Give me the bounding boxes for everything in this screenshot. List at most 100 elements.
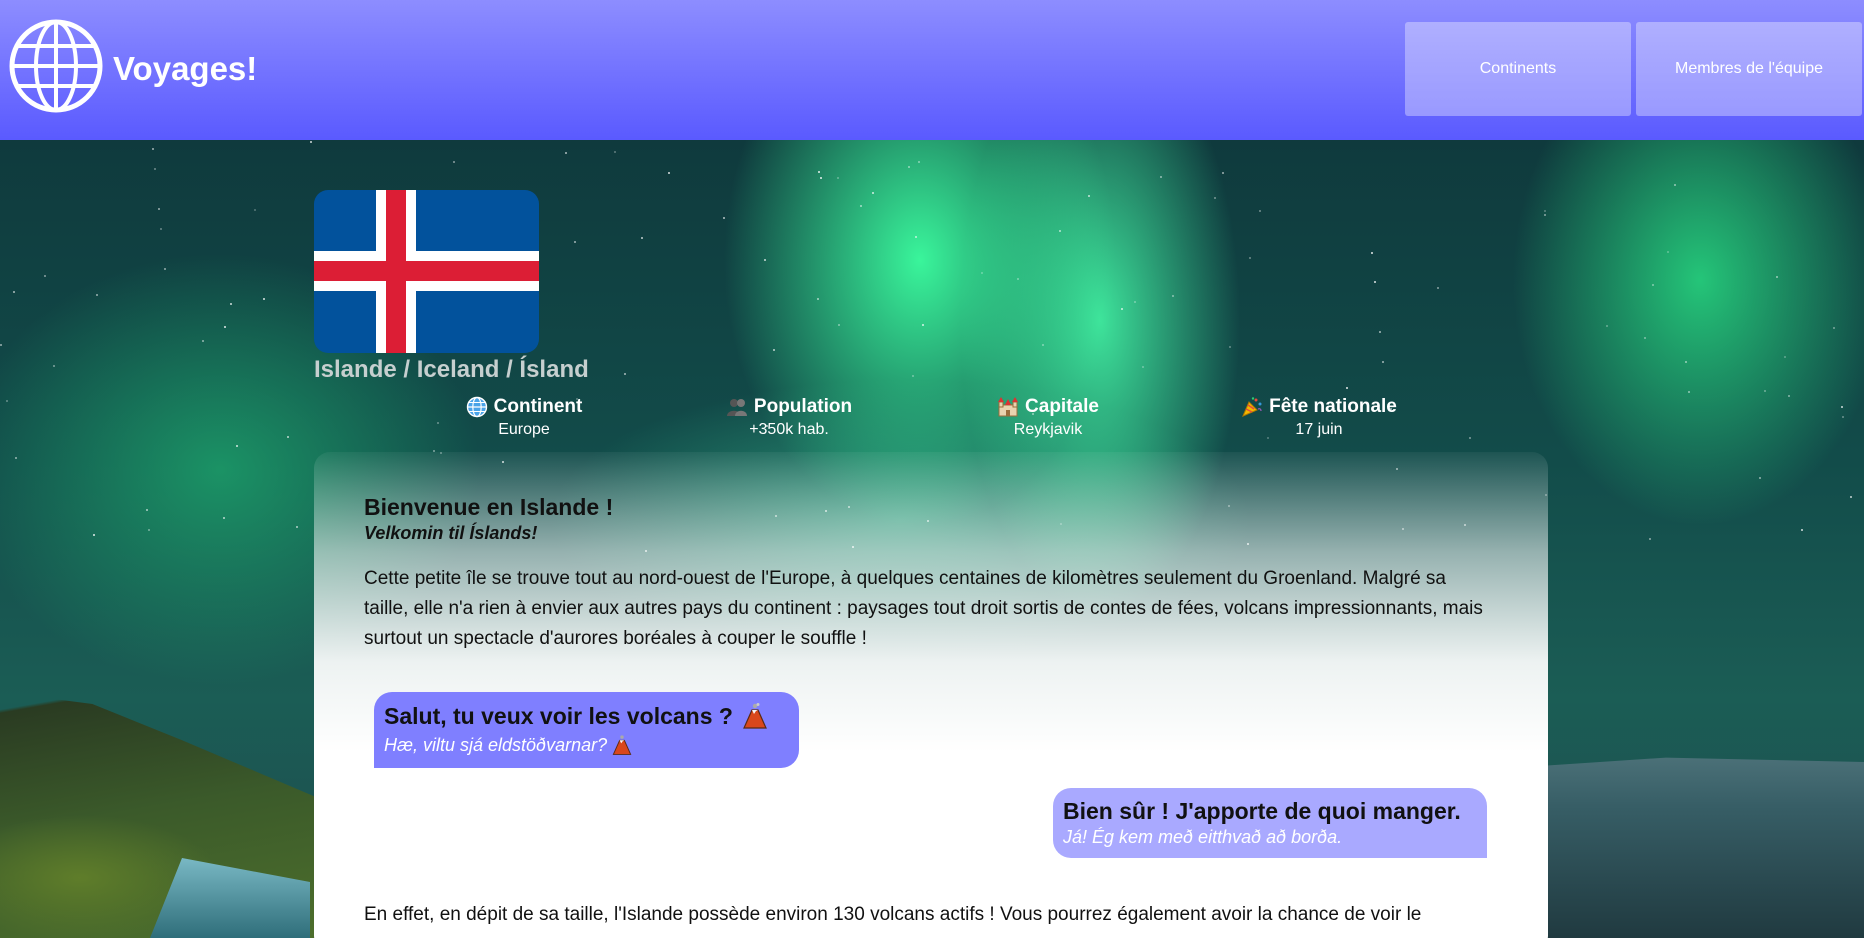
- star: [160, 228, 162, 230]
- star: [224, 326, 226, 328]
- star: [838, 324, 840, 326]
- star: [0, 344, 2, 346]
- chat-bubble-answer: Bien sûr ! J'apporte de quoi manger. Já!…: [1053, 788, 1487, 858]
- star: [820, 177, 822, 179]
- chat-bubble-answer-text: Bien sûr ! J'apporte de quoi manger.: [1063, 798, 1461, 824]
- star: [837, 177, 839, 179]
- star: [296, 526, 298, 528]
- star: [1649, 538, 1651, 540]
- country-name: Islande / Iceland / Ísland: [314, 356, 589, 383]
- star: [1764, 390, 1766, 392]
- country-facts: Continent Europe Population +350k hab. C…: [0, 396, 1864, 446]
- star: [1374, 281, 1376, 283]
- chat-bubble-question: Salut, tu veux voir les volcans ? Hæ, vi…: [374, 692, 799, 768]
- chat-bubble-question-text: Salut, tu veux voir les volcans ?: [384, 702, 733, 729]
- star: [1776, 276, 1778, 278]
- star: [860, 205, 862, 207]
- star: [13, 291, 15, 293]
- star: [1784, 356, 1786, 358]
- globe-icon[interactable]: [8, 18, 104, 114]
- star: [668, 172, 670, 174]
- site-brand[interactable]: Voyages!: [113, 50, 257, 88]
- nav-continents-button[interactable]: Continents: [1405, 22, 1631, 116]
- star: [817, 298, 819, 300]
- fact-continent-title: Continent: [493, 396, 583, 417]
- star: [574, 241, 576, 243]
- star: [1371, 252, 1373, 254]
- people-icon: [726, 399, 747, 416]
- star: [1382, 361, 1384, 363]
- star: [223, 517, 225, 519]
- fact-national-day-title: Fête nationale: [1269, 396, 1397, 417]
- star: [1160, 176, 1162, 178]
- star: [202, 340, 204, 342]
- fact-capital-title: Capitale: [1025, 396, 1099, 417]
- star: [152, 148, 154, 150]
- star: [1606, 325, 1608, 327]
- chat-bubble-question-translation: Hæ, viltu sjá eldstöðvarnar?: [384, 734, 608, 755]
- fact-population: Population +350k hab.: [722, 396, 856, 439]
- star: [1544, 214, 1546, 216]
- star: [764, 259, 766, 261]
- fact-national-day: Fête nationale 17 juin: [1238, 396, 1400, 439]
- star: [230, 303, 232, 305]
- star: [565, 152, 567, 154]
- star: [614, 151, 616, 153]
- star: [773, 349, 775, 351]
- star: [1222, 172, 1224, 174]
- star: [44, 275, 46, 277]
- star: [908, 166, 910, 168]
- article-intro: Cette petite île se trouve tout au nord-…: [364, 568, 1483, 649]
- star: [918, 161, 920, 163]
- article-card: Bienvenue en Islande ! Velkomin til Ísla…: [314, 452, 1548, 938]
- fact-national-day-value: 17 juin: [1295, 421, 1343, 438]
- article-outro: En effet, en dépit de sa taille, l'Islan…: [364, 904, 1422, 925]
- fact-continent: Continent Europe: [464, 396, 584, 439]
- star: [1544, 210, 1546, 212]
- fact-population-value: +350k hab.: [749, 421, 829, 438]
- star: [1346, 387, 1348, 389]
- star: [53, 365, 55, 367]
- star: [1121, 308, 1123, 310]
- star: [915, 236, 917, 238]
- star: [254, 209, 256, 211]
- star: [310, 141, 312, 143]
- star: [912, 375, 914, 377]
- star: [453, 161, 455, 163]
- iceland-flag: [314, 190, 539, 353]
- globe-icon: [466, 396, 487, 418]
- star: [1688, 391, 1690, 393]
- fact-capital: Capitale Reykjavik: [994, 396, 1102, 439]
- star: [1674, 184, 1676, 186]
- star: [1229, 346, 1231, 348]
- star: [1142, 366, 1144, 368]
- star: [1801, 529, 1803, 531]
- nav-team-members-button[interactable]: Membres de l'équipe: [1636, 22, 1862, 116]
- chat-bubble-answer-translation: Já! Ég kem með eitthvað að borða.: [1063, 827, 1343, 847]
- castle-icon: [998, 397, 1019, 417]
- party-popper-icon: [1242, 397, 1262, 417]
- star: [263, 298, 265, 300]
- star: [1379, 331, 1381, 333]
- star: [1059, 230, 1061, 232]
- star: [164, 268, 166, 270]
- site-header: Voyages! Continents Membres de l'équipe: [0, 0, 1864, 140]
- star: [93, 534, 95, 536]
- star: [1437, 287, 1439, 289]
- fact-capital-value: Reykjavik: [1013, 421, 1083, 438]
- star: [96, 294, 98, 296]
- star: [1685, 361, 1687, 363]
- star: [1214, 197, 1216, 199]
- star: [1759, 477, 1761, 479]
- volcano-icon: [612, 735, 632, 755]
- star: [158, 208, 160, 210]
- star: [723, 217, 725, 219]
- article-title: Bienvenue en Islande !: [364, 494, 614, 520]
- star: [1644, 337, 1646, 339]
- star: [1850, 496, 1852, 498]
- star: [1833, 327, 1835, 329]
- star: [872, 192, 874, 194]
- star: [1652, 284, 1654, 286]
- star: [148, 529, 150, 531]
- star: [146, 509, 148, 511]
